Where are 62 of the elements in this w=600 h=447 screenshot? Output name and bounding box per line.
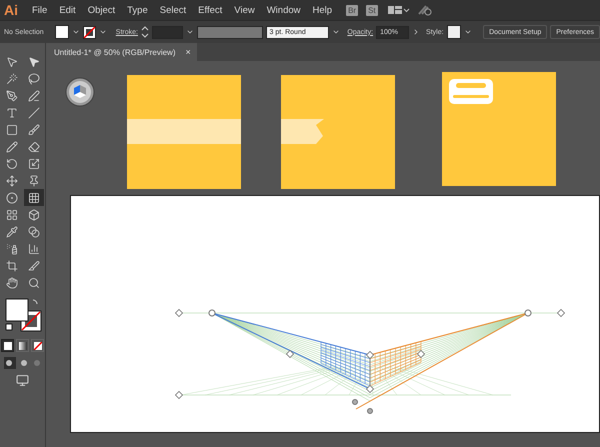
wand-icon xyxy=(6,72,18,84)
caret-icon[interactable] xyxy=(186,28,194,36)
gradient-mode-button[interactable] xyxy=(16,339,29,352)
spinner-icon[interactable] xyxy=(140,26,149,38)
type-icon xyxy=(6,106,18,118)
caret-icon[interactable] xyxy=(332,28,340,36)
perspective-grid-tool-button[interactable] xyxy=(24,189,44,206)
menu-item[interactable]: File xyxy=(26,4,54,16)
caret-icon[interactable] xyxy=(98,28,107,36)
lasso-icon xyxy=(28,72,40,84)
bar-chart-icon xyxy=(28,242,40,254)
screen-mode-icon[interactable] xyxy=(16,374,29,387)
stroke-none-swatch[interactable] xyxy=(83,26,96,38)
color-mode-button[interactable] xyxy=(1,339,14,352)
menu-item[interactable]: Type xyxy=(121,4,154,16)
menu-item[interactable]: Help xyxy=(306,4,338,16)
app-logo: Ai xyxy=(4,2,19,18)
rotate-icon xyxy=(6,158,18,170)
perspective-widget-icon[interactable] xyxy=(65,77,95,107)
filled-pointer-icon xyxy=(28,56,40,68)
slash-icon xyxy=(28,106,40,118)
caret-icon[interactable] xyxy=(464,28,472,36)
circle-dot-icon xyxy=(6,192,18,204)
scale-icon xyxy=(28,158,40,170)
search-icon xyxy=(28,276,40,288)
pencil-icon xyxy=(6,140,18,152)
hand-icon xyxy=(6,276,18,288)
close-button[interactable]: × xyxy=(186,47,191,57)
brush-icon xyxy=(28,124,40,136)
knife-icon xyxy=(28,260,40,272)
style-swatch[interactable] xyxy=(446,25,462,39)
square-icon xyxy=(6,124,18,136)
eraser-icon xyxy=(28,140,40,152)
menu-item[interactable]: Select xyxy=(154,4,192,16)
sync-icon[interactable] xyxy=(418,4,432,16)
grid-icon xyxy=(28,192,40,204)
caret-icon[interactable] xyxy=(72,28,80,36)
menu-item[interactable]: Object xyxy=(82,4,122,16)
crop-icon xyxy=(6,260,18,272)
cube-icon xyxy=(28,208,40,220)
pen-nib-icon xyxy=(6,90,18,102)
menu-item[interactable]: Effect xyxy=(192,4,228,16)
pipette-icon xyxy=(6,226,18,238)
overlapping-circles-icon xyxy=(28,226,40,238)
variable-width-field[interactable] xyxy=(196,26,263,38)
badge-icon xyxy=(449,79,493,104)
draw-modes-icon[interactable] xyxy=(2,357,42,369)
pin-icon xyxy=(28,174,40,186)
pointer-icon xyxy=(6,56,18,68)
move-arrows-icon xyxy=(6,174,18,186)
document-tab[interactable]: Untitled-1* @ 50% (RGB/Preview) × xyxy=(46,43,197,61)
document-title: Untitled-1* @ 50% (RGB/Preview) xyxy=(54,48,176,56)
pen-line-icon xyxy=(28,90,40,102)
perspective-grid-drawing[interactable] xyxy=(174,308,566,414)
workspace-layout-icon[interactable] xyxy=(388,5,410,15)
menu-item[interactable]: View xyxy=(228,4,261,16)
ribbon-shape xyxy=(281,119,325,144)
menu-item[interactable]: Edit xyxy=(53,4,82,16)
none-mode-button[interactable] xyxy=(31,339,44,352)
fill-swatch[interactable] xyxy=(54,25,70,39)
four-squares-icon xyxy=(6,208,18,220)
menu-item[interactable]: Window xyxy=(260,4,307,16)
